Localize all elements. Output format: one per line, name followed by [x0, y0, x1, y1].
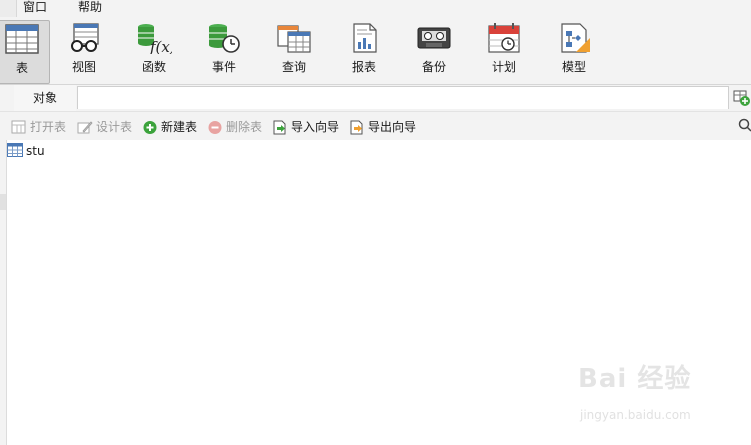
toolbar-function-label: 函数: [141, 60, 166, 74]
toolbar-view-label: 视图: [71, 60, 96, 74]
table-icon: [5, 24, 39, 54]
plus-circle-icon: [143, 121, 157, 134]
add-table-icon: [733, 90, 750, 106]
toolbar-query-button[interactable]: 查询: [267, 20, 321, 82]
main-toolbar: 表 视图 f(x) 函数: [0, 17, 751, 85]
toolbar-model-button[interactable]: 模型: [547, 20, 601, 82]
model-diagram-icon: [561, 23, 590, 53]
menu-help[interactable]: 帮助: [74, 0, 106, 17]
open-table-icon: [11, 120, 26, 134]
minus-circle-icon: [208, 121, 222, 134]
view-glasses-icon: [71, 23, 99, 52]
table-icon: [7, 143, 23, 157]
tab-objects[interactable]: 对象: [14, 85, 76, 111]
event-clock-icon: [209, 24, 240, 53]
toolbar-function-button[interactable]: f(x) 函数: [127, 20, 181, 82]
toolbar-backup-button[interactable]: 备份: [407, 20, 461, 82]
toolbar-schedule-label: 计划: [491, 60, 516, 74]
watermark-url: jingyan.baidu.com: [580, 408, 691, 422]
export-wizard-label: 导出向导: [368, 120, 417, 134]
toolbar-view-button[interactable]: 视图: [57, 20, 111, 82]
search-icon[interactable]: [738, 118, 751, 132]
import-icon: [273, 120, 286, 135]
query-table-icon: [277, 25, 311, 53]
toolbar-table-button[interactable]: 表: [0, 20, 50, 84]
svg-text:f(x): f(x): [149, 38, 172, 54]
export-icon: [350, 120, 363, 135]
menu-bar: 窗口 帮助: [0, 0, 751, 17]
open-table-label: 打开表: [30, 120, 67, 134]
design-table-label: 设计表: [96, 120, 133, 134]
toolbar-report-label: 报表: [351, 60, 376, 74]
toolbar-schedule-button[interactable]: 计划: [477, 20, 531, 82]
design-pencil-icon: [77, 121, 93, 134]
table-name: stu: [26, 144, 45, 158]
new-table-label: 新建表: [161, 120, 198, 134]
left-panel-edge: [0, 140, 7, 445]
toolbar-table-label: 表: [15, 61, 28, 75]
watermark: Bai 经验 jingyan.baidu.com: [572, 352, 732, 432]
report-chart-icon: [353, 23, 377, 53]
toolbar-event-label: 事件: [211, 60, 236, 74]
toolbar-model-label: 模型: [561, 60, 586, 74]
panel-resize-handle[interactable]: [0, 194, 6, 210]
toolbar-query-label: 查询: [281, 60, 306, 74]
toolbar-backup-label: 备份: [421, 60, 446, 74]
function-icon: f(x): [138, 24, 172, 54]
toolbar-event-button[interactable]: 事件: [197, 20, 251, 82]
object-action-toolbar: 打开表 设计表 新建表 删除表 导入向导 导出向导: [0, 111, 751, 141]
new-tab-button[interactable]: [732, 88, 751, 107]
import-wizard-label: 导入向导: [291, 120, 340, 134]
delete-table-label: 删除表: [226, 120, 263, 134]
schedule-calendar-icon: [488, 23, 520, 53]
backup-tape-icon: [417, 27, 451, 49]
tab-content-area: [77, 86, 729, 109]
watermark-text: Bai 经验: [578, 364, 692, 394]
menu-edge: [0, 0, 17, 17]
toolbar-report-button[interactable]: 报表: [337, 20, 391, 82]
object-tab-row: 对象: [0, 85, 751, 111]
menu-window[interactable]: 窗口: [19, 0, 51, 17]
